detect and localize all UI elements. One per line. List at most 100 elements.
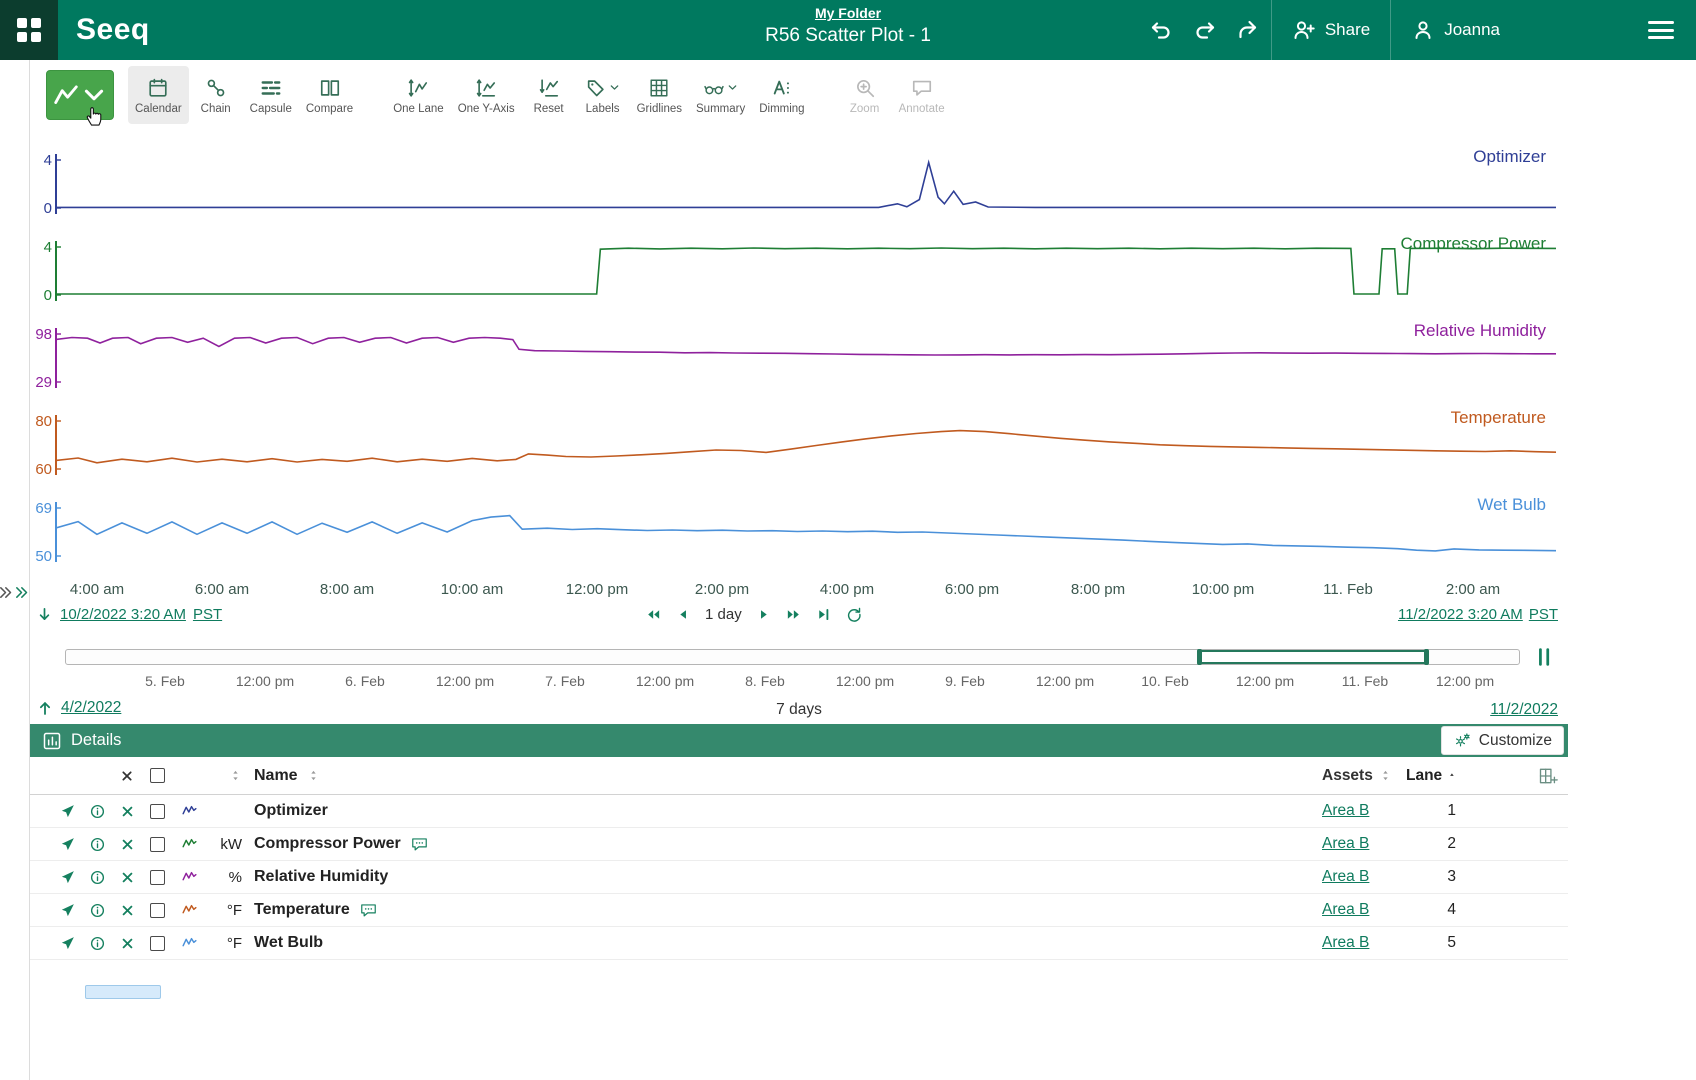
asset-link[interactable]: Area B xyxy=(1322,934,1369,952)
asset-link[interactable]: Area B xyxy=(1322,868,1369,886)
lane-plot-4[interactable]: Temperature xyxy=(55,407,1556,494)
lane-plot-1[interactable]: Optimizer xyxy=(55,146,1556,233)
lane-plot-5[interactable]: Wet Bulb xyxy=(55,494,1556,581)
step-forward-button[interactable] xyxy=(755,606,772,623)
hamburger-menu-icon[interactable] xyxy=(1648,21,1674,39)
share-button[interactable]: Share xyxy=(1271,0,1390,60)
range-end-timezone-link[interactable]: PST xyxy=(1529,606,1558,623)
remove-icon[interactable] xyxy=(119,869,136,886)
dimming-button[interactable]: Dimming xyxy=(752,66,811,124)
asset-link[interactable]: Area B xyxy=(1322,901,1369,919)
redo-button[interactable] xyxy=(1183,0,1227,60)
compare-button[interactable]: Compare xyxy=(299,66,360,124)
y-axis-max-label[interactable]: 98 xyxy=(30,326,52,343)
step-backward-button[interactable] xyxy=(675,606,692,623)
asset-link[interactable]: Area B xyxy=(1322,802,1369,820)
remove-icon[interactable] xyxy=(119,902,136,919)
pin-icon[interactable] xyxy=(59,836,76,853)
selection-left-handle[interactable] xyxy=(1197,649,1202,665)
y-axis-max-label[interactable]: 69 xyxy=(30,500,52,517)
pin-icon[interactable] xyxy=(59,803,76,820)
info-icon[interactable] xyxy=(89,935,106,952)
y-axis-min-label[interactable]: 29 xyxy=(30,374,52,391)
remove-all-icon[interactable] xyxy=(119,768,135,784)
down-arrow-icon[interactable] xyxy=(36,606,53,623)
lane-plot-3[interactable]: Relative Humidity xyxy=(55,320,1556,407)
range-start-timezone-link[interactable]: PST xyxy=(193,606,222,623)
comment-icon[interactable] xyxy=(410,835,429,854)
row-checkbox[interactable] xyxy=(150,903,165,918)
selection-right-handle[interactable] xyxy=(1424,649,1429,665)
customize-button[interactable]: Customize xyxy=(1441,726,1564,755)
sort-unit-icon[interactable] xyxy=(229,769,242,782)
lane-plot-2[interactable]: Compressor Power xyxy=(55,233,1556,320)
expand-sidebar-icon[interactable] xyxy=(14,585,29,600)
timeline-fit-icon[interactable] xyxy=(1534,646,1556,668)
y-axis-max-label[interactable]: 80 xyxy=(30,413,52,430)
chain-button[interactable]: Chain xyxy=(189,66,243,124)
y-axis-min-label[interactable]: 50 xyxy=(30,548,52,565)
user-menu[interactable]: Joanna xyxy=(1390,0,1520,60)
row-tail xyxy=(1472,828,1568,860)
select-all-checkbox[interactable] xyxy=(150,768,165,783)
y-axis-min-label[interactable]: 0 xyxy=(30,200,52,217)
comment-icon[interactable] xyxy=(359,901,378,920)
gridlines-button[interactable]: Gridlines xyxy=(630,66,689,124)
y-axis-max-label[interactable]: 4 xyxy=(30,152,52,169)
timeline-selection[interactable] xyxy=(1199,650,1427,664)
fast-forward-button[interactable] xyxy=(785,606,802,623)
range-end-link[interactable]: 11/2/2022 3:20 AM xyxy=(1398,606,1523,623)
signal-icon xyxy=(180,902,199,918)
step-size-label[interactable]: 1 day xyxy=(705,606,742,623)
y-axis-min-label[interactable]: 60 xyxy=(30,461,52,478)
pin-icon[interactable] xyxy=(59,935,76,952)
info-icon[interactable] xyxy=(89,869,106,886)
expand-panel-icon[interactable] xyxy=(0,585,13,600)
info-icon[interactable] xyxy=(89,836,106,853)
sort-lane-asc-icon[interactable] xyxy=(1448,769,1456,782)
sort-name-icon[interactable] xyxy=(307,769,320,782)
skip-to-end-button[interactable] xyxy=(815,606,832,623)
row-checkbox[interactable] xyxy=(150,804,165,819)
add-column-icon[interactable] xyxy=(1538,766,1558,786)
info-icon[interactable] xyxy=(89,902,106,919)
lane-label[interactable]: Compressor Power xyxy=(1401,234,1547,254)
row-checkbox[interactable] xyxy=(150,936,165,951)
y-axis-min-label[interactable]: 0 xyxy=(30,287,52,304)
y-axis-max-label[interactable]: 4 xyxy=(30,239,52,256)
info-icon[interactable] xyxy=(89,803,106,820)
remove-icon[interactable] xyxy=(119,803,136,820)
asset-link[interactable]: Area B xyxy=(1322,835,1369,853)
pin-icon[interactable] xyxy=(59,869,76,886)
labels-button[interactable]: Labels xyxy=(576,66,630,124)
timeline-tick-label: 12:00 pm xyxy=(836,673,894,689)
investigate-end-link[interactable]: 11/2/2022 xyxy=(1490,701,1558,718)
summary-button[interactable]: Summary xyxy=(689,66,752,124)
pin-icon[interactable] xyxy=(59,902,76,919)
range-start-link[interactable]: 10/2/2022 3:20 AM xyxy=(60,606,186,623)
refresh-button[interactable] xyxy=(845,606,862,623)
row-unit: °F xyxy=(206,894,246,926)
reset-button[interactable]: Reset xyxy=(522,66,576,124)
remove-icon[interactable] xyxy=(119,836,136,853)
lane-label[interactable]: Relative Humidity xyxy=(1414,321,1546,341)
breadcrumb[interactable]: My Folder xyxy=(815,5,881,21)
fast-backward-button[interactable] xyxy=(645,606,662,623)
timeline-track[interactable] xyxy=(65,649,1520,665)
one-y-axis-button[interactable]: One Y-Axis xyxy=(451,66,522,124)
lane-label[interactable]: Optimizer xyxy=(1473,147,1546,167)
remove-icon[interactable] xyxy=(119,935,136,952)
row-name: Relative Humidity xyxy=(254,868,388,886)
one-lane-button[interactable]: One Lane xyxy=(386,66,451,124)
row-checkbox[interactable] xyxy=(150,837,165,852)
home-button[interactable] xyxy=(0,0,58,60)
trend-button[interactable] xyxy=(46,70,114,120)
capsule-button[interactable]: Capsule xyxy=(243,66,299,124)
forward-button[interactable] xyxy=(1227,0,1271,60)
lane-label[interactable]: Wet Bulb xyxy=(1477,495,1546,515)
calendar-button[interactable]: Calendar xyxy=(128,66,189,124)
sort-assets-icon[interactable] xyxy=(1379,769,1392,782)
row-checkbox[interactable] xyxy=(150,870,165,885)
lane-label[interactable]: Temperature xyxy=(1451,408,1546,428)
undo-button[interactable] xyxy=(1139,0,1183,60)
